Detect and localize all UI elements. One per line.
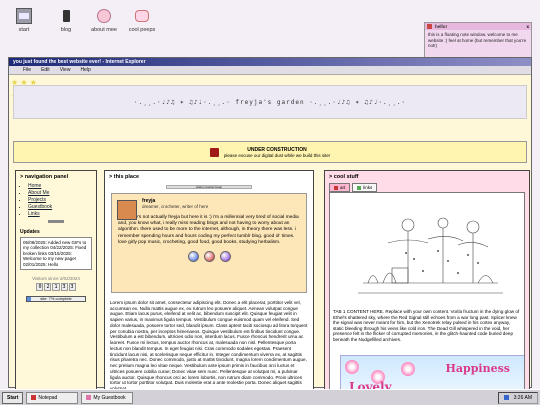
guestbook-icon: [86, 395, 92, 400]
updates-box[interactable]: 05/08/2025: Added new GIFs to my collect…: [20, 237, 92, 270]
nav-link[interactable]: Guestbook: [28, 204, 52, 210]
counter-digit: 0: [36, 283, 44, 291]
speaker-icon[interactable]: [503, 395, 509, 400]
taskbar-guestbook[interactable]: My Guestbook: [81, 391, 134, 404]
profile-card: freyja dreamer, crocheter, writer of her…: [111, 193, 307, 293]
uc-subtitle: please excuse our digital dust while we …: [223, 152, 331, 158]
window-titlebar[interactable]: you just found the best website ever! - …: [9, 58, 531, 66]
tab-content[interactable]: TAB 1 CONTENT HERE. Replace with your ow…: [329, 192, 525, 397]
blue-bubble-icon[interactable]: [187, 251, 199, 263]
tab-label: art: [340, 185, 346, 190]
ascii-art-image: [358, 217, 503, 294]
red-bubble-icon[interactable]: [203, 251, 215, 263]
phone-icon: [58, 8, 74, 24]
desktop-icon-about[interactable]: about mee: [84, 8, 124, 33]
desktop-icon-label: about mee: [91, 27, 117, 33]
desktop-icon-start[interactable]: start: [4, 8, 44, 33]
tab-text: TAB 1 CONTENT HERE. Replace with your ow…: [333, 309, 520, 342]
progress-label: site: 7% complete: [40, 296, 72, 301]
flower-icon: [401, 362, 415, 376]
heart-icon: [96, 8, 112, 24]
bubble-icons: [118, 251, 300, 263]
counter-digit: 3: [60, 283, 68, 291]
nav-item-guestbook[interactable]: Guestbook: [28, 204, 96, 210]
close-icon[interactable]: x: [526, 24, 529, 29]
site-progress-bar: site: 7% complete: [26, 296, 86, 302]
under-construction-box: UNDER CONSTRUCTION please excuse our dig…: [13, 141, 527, 163]
construction-icon: [209, 147, 219, 157]
desktop-icon-cool-peeps[interactable]: cool peeps: [122, 8, 162, 33]
counter-digit: 3: [68, 283, 76, 291]
navigation-panel: > navigation panel Home About Me Project…: [15, 170, 97, 405]
gif-word-1: Happiness: [445, 362, 510, 375]
taskbar-notepad[interactable]: Notepad: [26, 391, 79, 404]
notepad-icon: [31, 395, 37, 400]
this-place-panel: > this place visitor counter beep freyja…: [104, 170, 314, 405]
desktop-icon-label: start: [18, 27, 30, 33]
computer-icon: [16, 8, 32, 24]
profile-bio: the name's not actually freyja but here …: [118, 215, 299, 245]
menu-view[interactable]: View: [60, 67, 71, 73]
taskbar-label: My Guestbook: [93, 394, 126, 401]
system-tray: 3:26 AM: [497, 391, 538, 404]
desktop-icon-label: blog: [60, 27, 72, 33]
desktop-icon-blog[interactable]: blog: [46, 8, 86, 33]
cool-stuff-panel: > cool stuff art links TAB 1 CONTENT HER…: [324, 170, 530, 405]
taskbar: Start Notepad My Guestbook 3:26 AM: [0, 389, 540, 405]
page-content: ★ ★ ★ ★ ★ ★ ·.¸¸.·♩♪♫ ✶ ♫♪♩·.¸¸.· freyja…: [9, 75, 531, 405]
floating-note-window[interactable]: hello! x this is a floating note window.…: [424, 22, 532, 60]
visitor-counter: 0 2 1 3 3: [16, 283, 96, 291]
cool-stuff-title: > cool stuff: [329, 174, 359, 180]
profile-tagline: dreamer, crocheter, writer of here: [142, 204, 209, 209]
nav-link[interactable]: Links: [28, 211, 40, 217]
counter-digit: 2: [44, 283, 52, 291]
site-banner: ·.¸¸.·♩♪♫ ✶ ♫♪♩·.¸¸.· freyja's garden ·.…: [13, 85, 527, 119]
menu-bar: File Edit View Help: [9, 66, 531, 75]
nav-list: Home About Me Projects Guestbook Links: [16, 183, 96, 217]
browser-window: you just found the best website ever! - …: [8, 57, 532, 405]
taskbar-label: Notepad: [38, 394, 58, 401]
nav-panel-title: > navigation panel: [20, 174, 69, 180]
counter-digit: 1: [52, 283, 60, 291]
friends-icon: [134, 8, 150, 24]
updates-title: Updates: [20, 229, 40, 235]
nav-item-home[interactable]: Home: [28, 183, 96, 189]
banner-title: ·.¸¸.·♩♪♫ ✶ ♫♪♩·.¸¸.· freyja's garden ·.…: [133, 98, 407, 106]
tab-label: links: [363, 185, 373, 190]
clock[interactable]: 3:26 AM: [514, 395, 532, 401]
lorem-text: Lorem ipsum dolor sit amet, consectetur …: [110, 300, 308, 391]
tab-links[interactable]: links: [352, 183, 378, 192]
divider: [48, 220, 64, 223]
nav-item-projects[interactable]: Projects: [28, 197, 96, 203]
this-place-title: > this place: [109, 174, 140, 180]
note-title: hello!: [435, 24, 447, 29]
note-titlebar[interactable]: hello! x: [425, 23, 531, 30]
nav-item-links[interactable]: Links: [28, 211, 96, 217]
nav-link[interactable]: Home: [28, 183, 41, 189]
visitors-label: Visitors since 2/02/2024: [32, 276, 80, 281]
flower-icon: [345, 360, 359, 374]
nav-link[interactable]: About Me: [28, 190, 49, 196]
purple-bubble-icon[interactable]: [219, 251, 231, 263]
note-icon: [427, 24, 432, 29]
tab-art[interactable]: art: [329, 183, 351, 192]
art-icon: [334, 185, 338, 190]
menu-edit[interactable]: Edit: [41, 67, 50, 73]
menu-help[interactable]: Help: [80, 67, 90, 73]
links-icon: [357, 185, 362, 190]
avatar: [117, 200, 137, 220]
note-body: this is a floating note window. welcome …: [428, 32, 527, 49]
menu-file[interactable]: File: [23, 67, 31, 73]
tab-bar: art links: [325, 183, 529, 192]
start-button[interactable]: Start: [2, 391, 24, 404]
mini-marquee: visitor counter beep: [166, 185, 252, 189]
window-title: you just found the best website ever! - …: [13, 59, 146, 65]
desktop-icon-label: cool peeps: [128, 27, 156, 33]
nav-link[interactable]: Projects: [28, 197, 46, 203]
nav-item-about[interactable]: About Me: [28, 190, 96, 196]
